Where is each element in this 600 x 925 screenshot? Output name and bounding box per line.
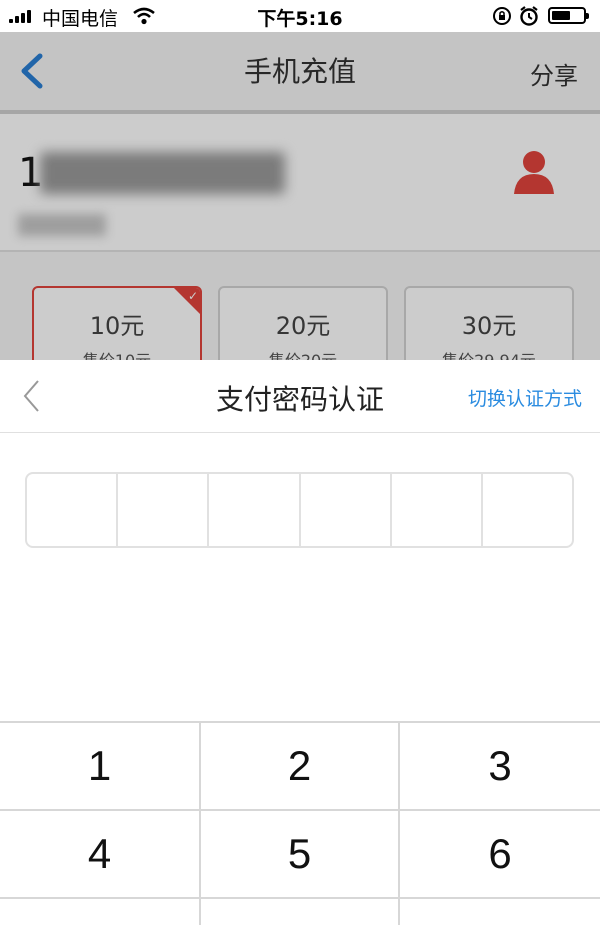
- pin-digit-cell: [389, 474, 481, 546]
- pin-digit-cell: [298, 474, 390, 546]
- pin-digit-cell: [116, 474, 207, 546]
- battery-icon: [548, 7, 589, 24]
- recharge-page: 手机充值 分享 1 ✓ 10元 售价10元 20元 售价20元 30元 售价29…: [0, 32, 600, 360]
- key-1[interactable]: 1: [0, 723, 199, 809]
- sheet-header: 支付密码认证 切换认证方式: [0, 360, 600, 433]
- switch-auth-method-link[interactable]: 切换认证方式: [468, 384, 582, 411]
- key-5[interactable]: 5: [199, 811, 398, 897]
- numeric-keypad: 1 2 3 4 5 6: [0, 721, 600, 925]
- modal-dim-overlay[interactable]: [0, 32, 600, 360]
- key-3[interactable]: 3: [398, 723, 600, 809]
- rotation-lock-icon: [493, 7, 511, 25]
- key-6[interactable]: 6: [398, 811, 600, 897]
- status-bar: 中国电信 下午5:16: [0, 0, 600, 32]
- key-2[interactable]: 2: [199, 723, 398, 809]
- pin-digit-cell: [480, 474, 572, 546]
- key-row-partial[interactable]: [199, 899, 398, 925]
- key-4[interactable]: 4: [0, 811, 199, 897]
- payment-password-sheet: 支付密码认证 切换认证方式 1 2 3 4 5 6: [0, 360, 600, 925]
- password-input[interactable]: [25, 472, 574, 548]
- alarm-icon: [520, 6, 538, 26]
- key-row-partial[interactable]: [398, 899, 600, 925]
- pin-digit-cell: [27, 474, 116, 546]
- pin-digit-cell: [207, 474, 298, 546]
